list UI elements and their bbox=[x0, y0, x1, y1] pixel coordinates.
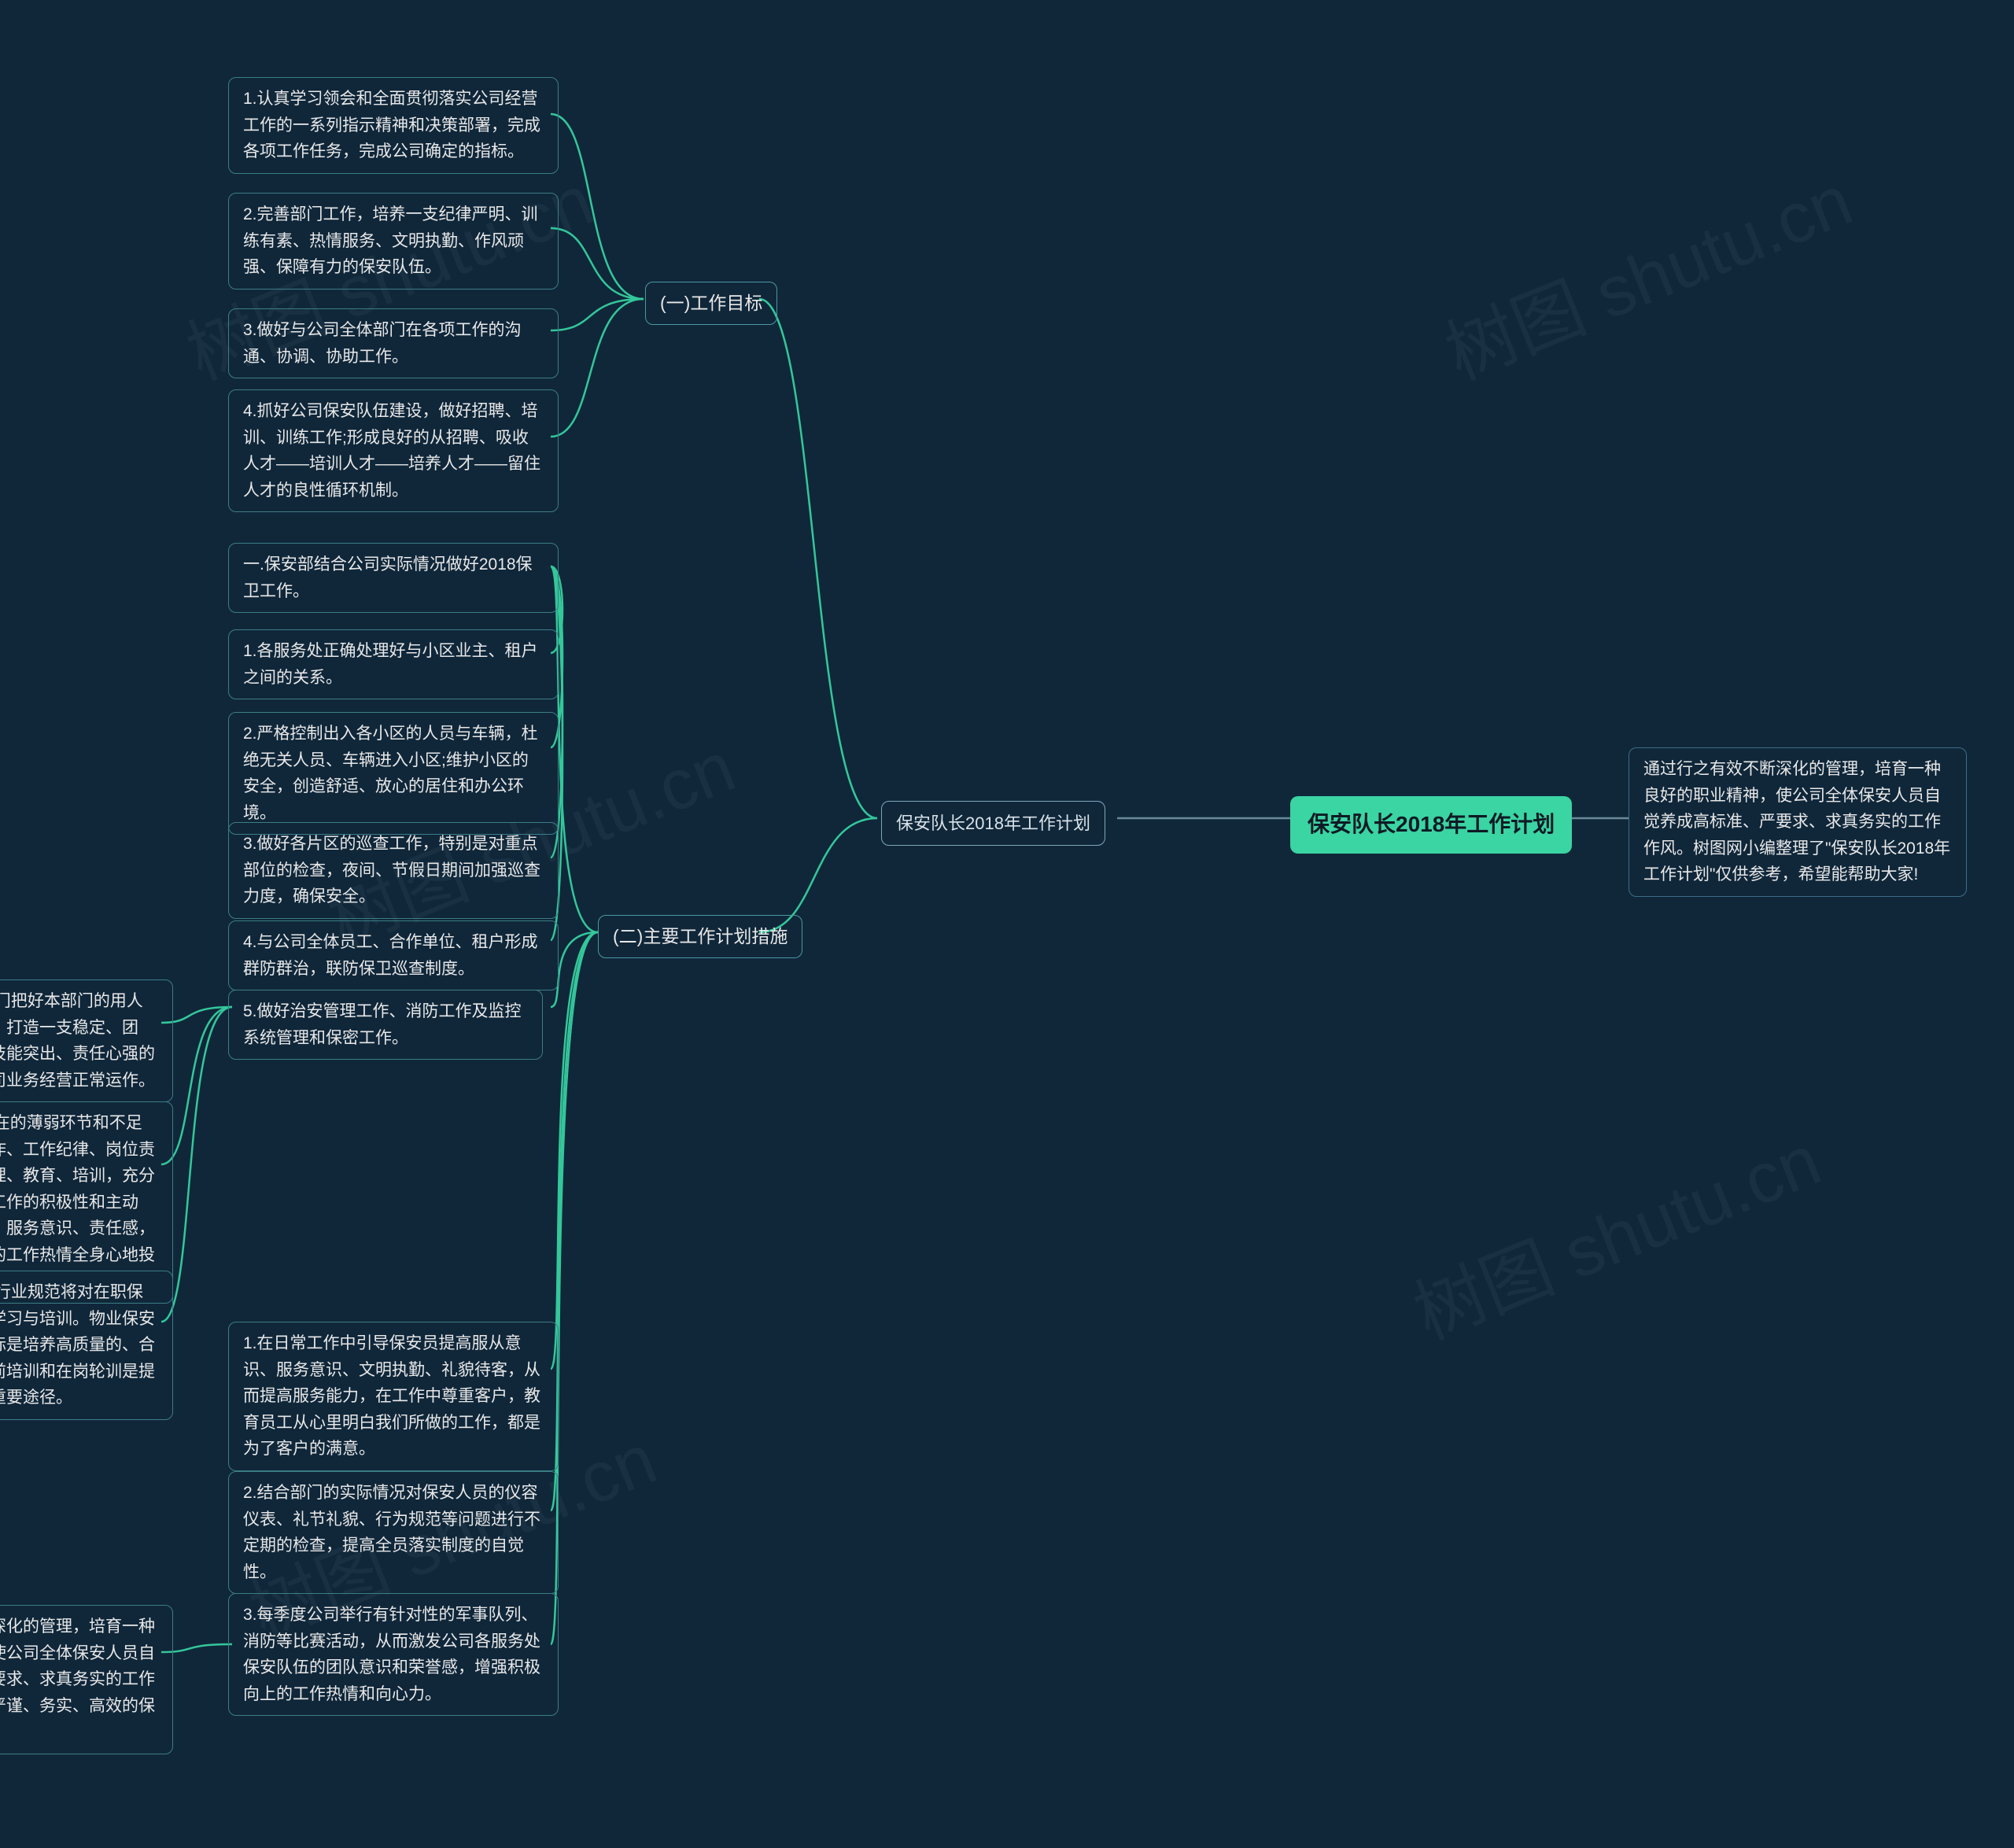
leaf-a1[interactable]: 1.认真学习领会和全面贯彻落实公司经营工作的一系列指示精神和决策部署，完成各项工… bbox=[228, 77, 559, 174]
leaf-a3-text: 3.做好与公司全体部门在各项工作的沟通、协调、协助工作。 bbox=[243, 321, 522, 366]
section-b-title: (二)主要工作计划措施 bbox=[613, 926, 788, 946]
leaf-b-i3-3[interactable]: 3.每季度公司举行有针对性的军事队列、消防等比赛活动，从而激发公司各服务处保安队… bbox=[228, 1593, 559, 1716]
leaf-b-i1[interactable]: 一.保安部结合公司实际情况做好2018保卫工作。 bbox=[228, 543, 559, 613]
description-text: 通过行之有效不断深化的管理，培育一种良好的职业精神，使公司全体保安人员自觉养成高… bbox=[1643, 760, 1950, 883]
leaf-b-i1-text: 一.保安部结合公司实际情况做好2018保卫工作。 bbox=[243, 555, 533, 600]
leaf-a1-text: 1.认真学习领会和全面贯彻落实公司经营工作的一系列指示精神和决策部署，完成各项工… bbox=[243, 90, 540, 160]
root-description: 通过行之有效不断深化的管理，培育一种良好的职业精神，使公司全体保安人员自觉养成高… bbox=[1629, 747, 1967, 897]
leaf-a2-text: 2.完善部门工作，培养一支纪律严明、训练有素、热情服务、文明执勤、作风顽强、保障… bbox=[243, 205, 538, 276]
leaf-b-i2x-text: 全面总结2017作存在的薄弱环节和不足之处，加强部门工作、工作纪律、岗位责任、岗… bbox=[0, 1114, 155, 1291]
leaf-b-i1-3[interactable]: 3.做好各片区的巡查工作，特别是对重点部位的检查，夜间、节假日期间加强巡查力度，… bbox=[228, 822, 559, 919]
leaf-b-i3-2-text: 2.结合部门的实际情况对保安人员的仪容仪表、礼节礼貌、行为规范等问题进行不定期的… bbox=[243, 1484, 540, 1581]
leaf-a4-text: 4.抓好公司保安队伍建设，做好招聘、培训、训练工作;形成良好的从招聘、吸收人才—… bbox=[243, 402, 540, 500]
leaf-b-i5-text: 5.做好治安管理工作、消防工作及监控系统管理和保密工作。 bbox=[243, 1002, 522, 1047]
watermark: 树图 shutu.cn bbox=[1397, 1104, 1833, 1359]
leaf-b-i2[interactable]: 二.配合人力资源部门把好本部门的用人关，做好队伍建设，打造一支稳定、团结、素质高… bbox=[0, 979, 173, 1102]
leaf-b-i5[interactable]: 5.做好治安管理工作、消防工作及监控系统管理和保密工作。 bbox=[228, 990, 543, 1060]
leaf-b-i2-text: 二.配合人力资源部门把好本部门的用人关，做好队伍建设，打造一支稳定、团结、素质高… bbox=[0, 992, 155, 1090]
section-a[interactable]: (一)工作目标 bbox=[645, 282, 777, 325]
mindmap-root[interactable]: 保安队长2018年工作计划 bbox=[1290, 796, 1572, 854]
root-title: 保安队长2018年工作计划 bbox=[1308, 812, 1555, 836]
leaf-b-i1-2-text: 2.严格控制出入各小区的人员与车辆，杜绝无关人员、车辆进入小区;维护小区的安全，… bbox=[243, 725, 538, 822]
leaf-b-i1-1-text: 1.各服务处正确处理好与小区业主、租户之间的关系。 bbox=[243, 642, 538, 687]
leaf-b-i3[interactable]: 三.公司保安部参照行业规范将对在职保安员进行一系列的学习与培训。物业保安培训工作… bbox=[0, 1271, 173, 1420]
leaf-b-i1-4[interactable]: 4.与公司全体员工、合作单位、租户形成群防群治，联防保卫巡查制度。 bbox=[228, 920, 559, 990]
leaf-b-i3-3-text: 3.每季度公司举行有针对性的军事队列、消防等比赛活动，从而激发公司各服务处保安队… bbox=[243, 1606, 540, 1703]
leaf-a3[interactable]: 3.做好与公司全体部门在各项工作的沟通、协调、协助工作。 bbox=[228, 308, 559, 378]
leaf-a2[interactable]: 2.完善部门工作，培养一支纪律严明、训练有素、热情服务、文明执勤、作风顽强、保障… bbox=[228, 193, 559, 290]
subroot-node[interactable]: 保安队长2018年工作计划 bbox=[881, 801, 1105, 846]
leaf-b-i3-text: 三.公司保安部参照行业规范将对在职保安员进行一系列的学习与培训。物业保安培训工作… bbox=[0, 1283, 155, 1407]
leaf-b-i1-2[interactable]: 2.严格控制出入各小区的人员与车辆，杜绝无关人员、车辆进入小区;维护小区的安全，… bbox=[228, 712, 559, 835]
leaf-b-i1-1[interactable]: 1.各服务处正确处理好与小区业主、租户之间的关系。 bbox=[228, 629, 559, 699]
leaf-b-i1-4-text: 4.与公司全体员工、合作单位、租户形成群防群治，联防保卫巡查制度。 bbox=[243, 933, 538, 978]
subroot-title: 保安队长2018年工作计划 bbox=[896, 813, 1090, 833]
leaf-b-i3-1[interactable]: 1.在日常工作中引导保安员提高服从意识、服务意识、文明执勤、礼貌待客，从而提高服… bbox=[228, 1322, 559, 1471]
leaf-a4[interactable]: 4.抓好公司保安队伍建设，做好招聘、培训、训练工作;形成良好的从招聘、吸收人才—… bbox=[228, 389, 559, 512]
leaf-b-i3-f-text: 通过行之有效不断深化的管理，培育一种良好的职业精神，使公司全体保安人员自觉养成高… bbox=[0, 1617, 155, 1741]
watermark: 树图 shutu.cn bbox=[1429, 144, 1865, 400]
leaf-b-i3-2[interactable]: 2.结合部门的实际情况对保安人员的仪容仪表、礼节礼貌、行为规范等问题进行不定期的… bbox=[228, 1471, 559, 1594]
leaf-b-i3-1-text: 1.在日常工作中引导保安员提高服从意识、服务意识、文明执勤、礼貌待客，从而提高服… bbox=[243, 1334, 540, 1458]
leaf-b-i3-f[interactable]: 通过行之有效不断深化的管理，培育一种良好的职业精神，使公司全体保安人员自觉养成高… bbox=[0, 1605, 173, 1754]
section-b[interactable]: (二)主要工作计划措施 bbox=[598, 915, 802, 958]
leaf-b-i1-3-text: 3.做好各片区的巡查工作，特别是对重点部位的检查，夜间、节假日期间加强巡查力度，… bbox=[243, 835, 540, 906]
section-a-title: (一)工作目标 bbox=[660, 293, 762, 313]
